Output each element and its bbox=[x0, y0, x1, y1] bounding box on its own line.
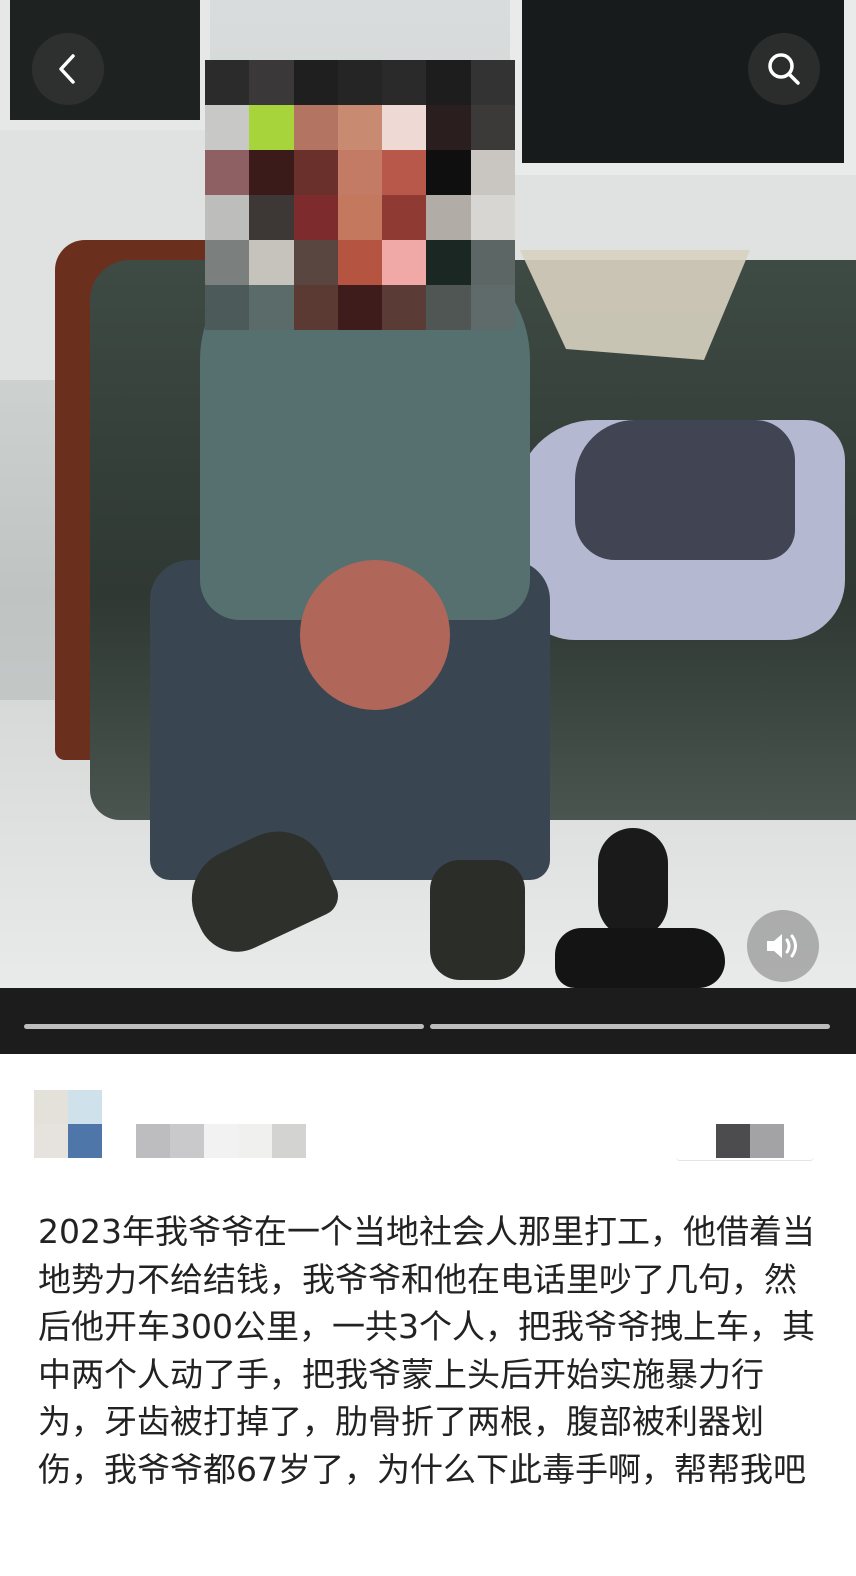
slide-indicator[interactable] bbox=[430, 1024, 830, 1029]
photo-slipper bbox=[555, 928, 725, 988]
speaker-icon bbox=[767, 934, 797, 958]
slide-progress-bar bbox=[0, 988, 856, 1054]
author-name-redacted[interactable] bbox=[136, 1124, 306, 1158]
search-button[interactable] bbox=[748, 33, 820, 105]
face-mosaic bbox=[205, 60, 515, 330]
search-icon bbox=[768, 53, 800, 85]
post-photo[interactable] bbox=[0, 0, 856, 990]
avatar[interactable] bbox=[34, 1090, 102, 1158]
author-row bbox=[0, 1054, 856, 1184]
chevron-left-icon bbox=[59, 54, 75, 84]
photo-slipper bbox=[598, 828, 668, 938]
back-button[interactable] bbox=[32, 33, 104, 105]
photo-injured-hand bbox=[300, 560, 450, 710]
post-body-text: 2023年我爷爷在一个当地社会人那里打工，他借着当地势力不给结钱，我爷爷和他在电… bbox=[38, 1212, 815, 1489]
sound-toggle-button[interactable] bbox=[747, 910, 819, 982]
slide-indicator[interactable] bbox=[24, 1024, 424, 1029]
photo-shoe-right bbox=[430, 860, 525, 980]
photo-clothes-dark bbox=[575, 420, 795, 560]
follow-button-redacted[interactable] bbox=[676, 1124, 814, 1161]
